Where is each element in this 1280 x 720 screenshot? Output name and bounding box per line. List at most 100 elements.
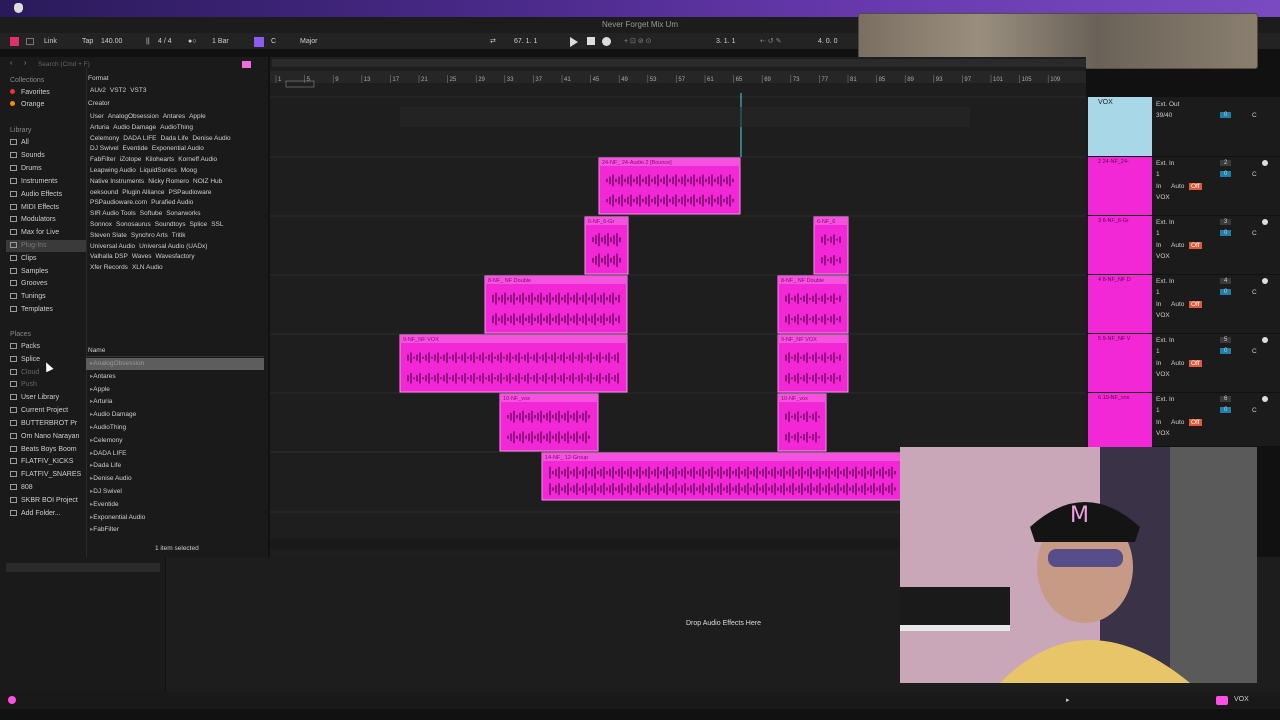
- plugin-list-item[interactable]: Antares: [90, 371, 115, 384]
- track-header[interactable]: 4 8-NF_NF D: [1088, 275, 1152, 334]
- format-tag[interactable]: VST3: [130, 86, 146, 97]
- format-tag[interactable]: AUv2: [90, 86, 106, 97]
- collection-favorites[interactable]: Favorites: [10, 87, 50, 99]
- plugin-list-item[interactable]: AudioThing: [90, 422, 126, 435]
- library-item-grooves[interactable]: Grooves: [10, 278, 47, 290]
- track-volume[interactable]: 0: [1220, 230, 1232, 236]
- input-type-select[interactable]: Ext. In: [1156, 278, 1174, 285]
- creator-tag[interactable]: Steven Slate: [90, 231, 127, 242]
- creator-tag[interactable]: iZotope: [120, 155, 142, 166]
- creator-tag[interactable]: Eventide: [123, 144, 148, 155]
- scale-field[interactable]: Major: [300, 36, 318, 47]
- creator-tag[interactable]: DJ Swivel: [90, 144, 119, 155]
- drop-effects-hint[interactable]: Drop Audio Effects Here: [686, 620, 761, 627]
- creator-tag[interactable]: SIR Audio Tools: [90, 209, 136, 220]
- group-output-select[interactable]: Ext. Out: [1156, 101, 1179, 108]
- creator-tag[interactable]: Wavesfactory: [155, 252, 194, 263]
- track-header[interactable]: 3 6-NF_6-Gr: [1088, 216, 1152, 275]
- place-splice[interactable]: Splice: [10, 354, 40, 366]
- track-number[interactable]: 2: [1220, 160, 1232, 166]
- creator-tag[interactable]: Valhalla DSP: [90, 252, 128, 263]
- filter-icon[interactable]: [242, 61, 251, 68]
- creator-tag[interactable]: Sonosaurus: [116, 220, 151, 231]
- audio-clip[interactable]: [584, 216, 629, 275]
- input-channel-select[interactable]: 1: [1156, 407, 1160, 414]
- place-cloud[interactable]: Cloud: [10, 367, 39, 379]
- creator-tag[interactable]: Exponential Audio: [152, 144, 204, 155]
- audio-clip[interactable]: [813, 216, 849, 275]
- place-skbr-boi[interactable]: SKBR BOI Project: [10, 495, 78, 507]
- track-pan[interactable]: C: [1252, 348, 1257, 355]
- audio-clip[interactable]: [399, 334, 628, 393]
- creator-tag[interactable]: Universal Audio (UADx): [139, 242, 207, 253]
- loop-length-field[interactable]: 4. 0. 0: [818, 36, 837, 47]
- info-view-icon[interactable]: [8, 696, 16, 704]
- creator-tag[interactable]: Nicky Romero: [148, 177, 189, 188]
- clip-title-bar[interactable]: [542, 453, 902, 461]
- library-item-modulators[interactable]: Modulators: [10, 214, 56, 226]
- audio-clip[interactable]: [598, 157, 741, 215]
- plugin-list-item[interactable]: AnalogObsession: [90, 358, 144, 371]
- track-pan[interactable]: C: [1252, 407, 1257, 414]
- audio-track[interactable]: 4 8-NF_NF D Ext. In 1 In Auto Off VOX 4 0 C: [1086, 274, 1280, 334]
- creator-tag[interactable]: Xfer Records: [90, 263, 128, 274]
- arm-button[interactable]: [1262, 219, 1268, 225]
- library-item-clips[interactable]: Clips: [10, 253, 37, 265]
- plugin-list-item[interactable]: Audio Damage: [90, 409, 136, 422]
- apple-icon[interactable]: [14, 3, 23, 13]
- monitor-auto-button[interactable]: Auto: [1171, 183, 1184, 190]
- tap-button[interactable]: Tap: [82, 36, 93, 47]
- track-pan[interactable]: C: [1252, 289, 1257, 296]
- creator-tag[interactable]: User: [90, 112, 104, 123]
- plugin-list-item[interactable]: FabFilter: [90, 524, 119, 537]
- creator-tag[interactable]: Dada Life: [161, 134, 189, 145]
- output-select[interactable]: VOX: [1156, 312, 1170, 319]
- creator-tag[interactable]: LiquidSonics: [140, 166, 177, 177]
- plugin-list-item[interactable]: Apple: [90, 384, 110, 397]
- creator-tag[interactable]: AudioThing: [160, 123, 193, 134]
- creator-tag[interactable]: Synchro Arts: [131, 231, 168, 242]
- creator-tag[interactable]: Leapwing Audio: [90, 166, 136, 177]
- name-column-header[interactable]: Name: [86, 346, 264, 357]
- library-item-midi-effects[interactable]: MIDI Effects: [10, 202, 59, 214]
- audio-track[interactable]: 2 24-NF_24- Ext. In 1 In Auto Off VOX 2 0 C: [1086, 156, 1280, 216]
- creator-tag[interactable]: Universal Audio: [90, 242, 135, 253]
- creator-tag[interactable]: SSL: [211, 220, 223, 231]
- library-item-max-for-live[interactable]: Max for Live: [10, 227, 59, 239]
- place-beats-boys[interactable]: Beats Boys Boom: [10, 444, 77, 456]
- place-butterbrot[interactable]: BUTTERBROT Pr: [10, 418, 77, 430]
- track-volume[interactable]: 0: [1220, 348, 1232, 354]
- monitor-in-button[interactable]: In: [1156, 419, 1161, 426]
- overdub-icon[interactable]: + ⊡ ⊘ ⊙: [624, 36, 652, 47]
- track-pan[interactable]: C: [1252, 171, 1257, 178]
- draw-mode-icon[interactable]: ⇠ ↺ ✎: [760, 36, 782, 47]
- monitor-in-button[interactable]: In: [1156, 242, 1161, 249]
- output-select[interactable]: VOX: [1156, 194, 1170, 201]
- monitor-in-button[interactable]: In: [1156, 301, 1161, 308]
- input-type-select[interactable]: Ext. In: [1156, 337, 1174, 344]
- monitor-off-button[interactable]: Off: [1189, 301, 1202, 308]
- input-channel-select[interactable]: 1: [1156, 171, 1160, 178]
- monitor-auto-button[interactable]: Auto: [1171, 242, 1184, 249]
- arm-button[interactable]: [1262, 337, 1268, 343]
- arm-button[interactable]: [1262, 160, 1268, 166]
- creator-tag[interactable]: PSPaudioware.com: [90, 198, 147, 209]
- loop-start-field[interactable]: 3. 1. 1: [716, 36, 735, 47]
- library-item-audio-effects[interactable]: Audio Effects: [10, 189, 62, 201]
- key-field[interactable]: C: [271, 36, 276, 47]
- plugin-list-item[interactable]: DADA LIFE: [90, 448, 126, 461]
- forward-icon[interactable]: ›: [24, 60, 26, 67]
- creator-tag[interactable]: Purafied Audio: [151, 198, 193, 209]
- output-select[interactable]: VOX: [1156, 430, 1170, 437]
- input-channel-select[interactable]: 1: [1156, 348, 1160, 355]
- link-button[interactable]: Link: [44, 36, 57, 47]
- place-user-library[interactable]: User Library: [10, 392, 59, 404]
- library-item-instruments[interactable]: Instruments: [10, 176, 58, 188]
- track-number[interactable]: 5: [1220, 337, 1232, 343]
- format-label[interactable]: Format: [88, 75, 109, 82]
- tempo-field[interactable]: 140.00: [101, 36, 122, 47]
- creator-tag[interactable]: XLN Audio: [132, 263, 163, 274]
- creator-tag[interactable]: oeksound: [90, 188, 118, 199]
- plugin-list-item[interactable]: Denise Audio: [90, 473, 131, 486]
- creator-tag[interactable]: Soundtoys: [155, 220, 186, 231]
